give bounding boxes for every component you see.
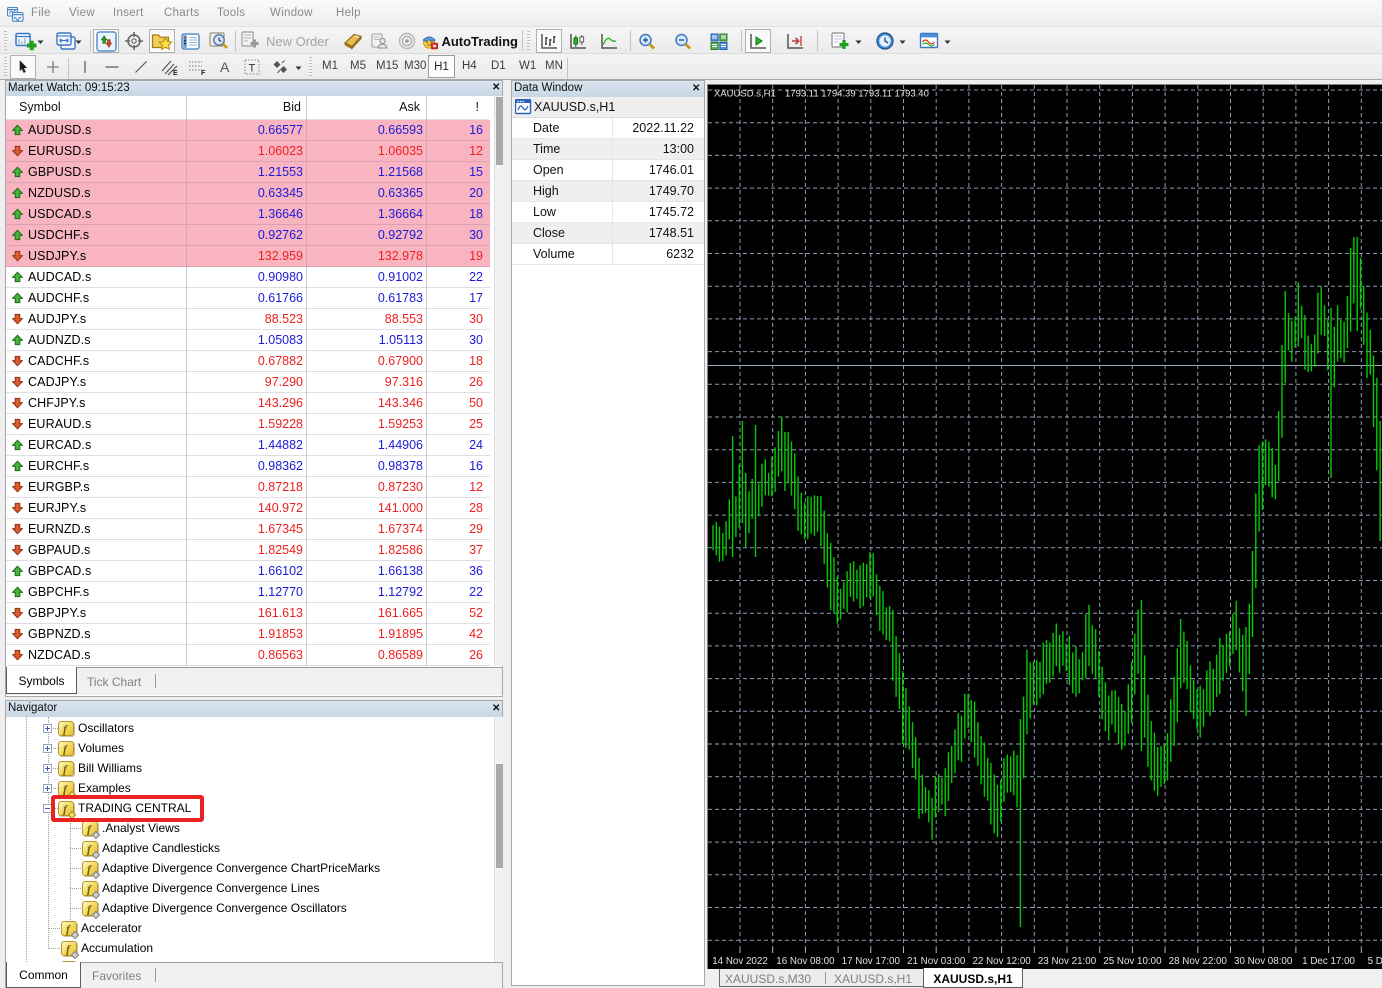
svg-text:A: A [220, 59, 230, 75]
svg-text:28 Nov 22:00: 28 Nov 22:00 [1169, 956, 1228, 967]
svg-text:1793.11 1794.39 1793.11 1793.4: 1793.11 1794.39 1793.11 1793.40 [785, 89, 929, 100]
svg-text:25 Nov 10:00: 25 Nov 10:00 [1103, 956, 1162, 967]
svg-text:14 Nov 2022: 14 Nov 2022 [712, 956, 768, 967]
svg-text:23 Nov 21:00: 23 Nov 21:00 [1038, 956, 1097, 967]
svg-text:22 Nov 12:00: 22 Nov 12:00 [972, 956, 1031, 967]
svg-text:T: T [249, 63, 256, 75]
svg-text:5 Dec 02:00: 5 Dec 02:00 [1368, 956, 1382, 967]
svg-text:F: F [201, 70, 206, 76]
svg-text:17 Nov 17:00: 17 Nov 17:00 [842, 956, 901, 967]
svg-text:1 Dec 17:00: 1 Dec 17:00 [1302, 956, 1355, 967]
svg-text:E: E [173, 70, 178, 76]
svg-text:XAUUSD.s,H1: XAUUSD.s,H1 [714, 89, 776, 100]
svg-text:21 Nov 03:00: 21 Nov 03:00 [907, 956, 966, 967]
svg-text:16 Nov 08:00: 16 Nov 08:00 [776, 956, 835, 967]
svg-text:30 Nov 08:00: 30 Nov 08:00 [1234, 956, 1293, 967]
